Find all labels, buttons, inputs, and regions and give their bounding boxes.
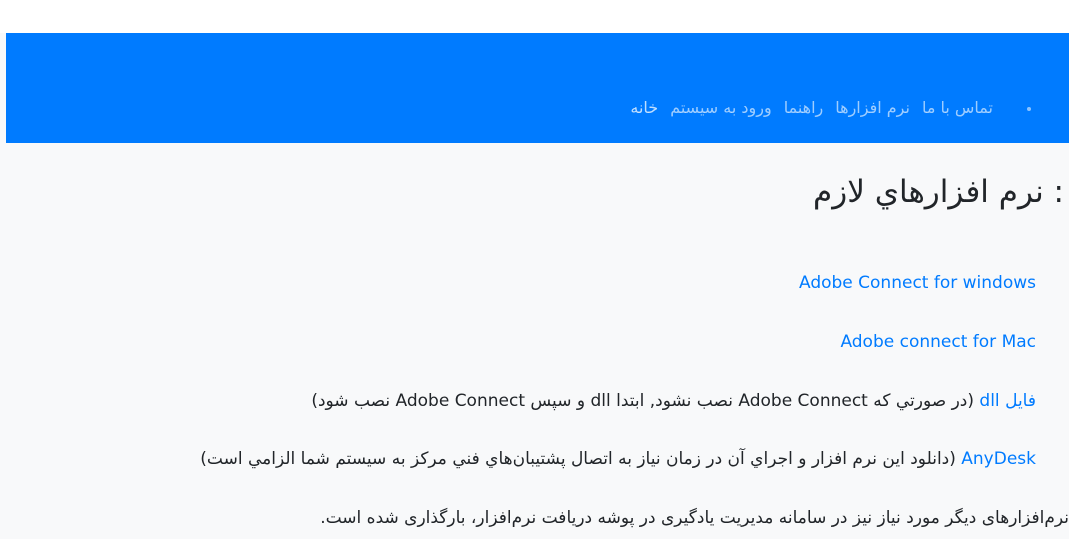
nav-item-login[interactable]: ورود به سيستم [670,96,772,120]
software-item-dll: فايل dll (در صورتي که Adobe Connect نصب … [311,389,1036,413]
main-content: : نرم افزارهاي لازم Adobe Connect for wi… [26,170,1069,528]
dll-file-link[interactable]: فايل dll [979,391,1036,411]
nav-item-home[interactable]: خانه [630,96,658,120]
dll-note: (در صورتي که Adobe Connect نصب نشود, ابت… [311,391,975,411]
anydesk-note: (دانلود اين نرم افزار و اجراي آن در زمان… [200,449,956,469]
anydesk-link[interactable]: AnyDesk [961,449,1036,469]
software-item-anydesk: AnyDesk (دانلود اين نرم افزار و اجراي آن… [200,447,1036,471]
nav-item-guide[interactable]: راهنما [784,96,824,120]
navbar: خانه ورود به سيستم راهنما نرم افزارها تم… [6,33,1069,143]
software-item-mac: Adobe connect for Mac [840,330,1036,354]
adobe-connect-windows-link[interactable]: Adobe Connect for windows [799,273,1036,293]
nav-menu: خانه ورود به سيستم راهنما نرم افزارها تم… [630,96,993,120]
page-title: : نرم افزارهاي لازم [813,174,1064,210]
page: خانه ورود به سيستم راهنما نرم افزارها تم… [0,0,1069,539]
software-item-windows: Adobe Connect for windows [799,271,1036,295]
footer-note: نرم‌افزارهای دیگر مورد نیاز نیز در سامان… [320,508,1069,528]
top-gap [0,0,1069,33]
navbar-dot-icon [1027,107,1031,111]
adobe-connect-mac-link[interactable]: Adobe connect for Mac [840,332,1036,352]
nav-item-contact[interactable]: تماس با ما [922,96,993,120]
nav-item-software[interactable]: نرم افزارها [835,96,910,120]
